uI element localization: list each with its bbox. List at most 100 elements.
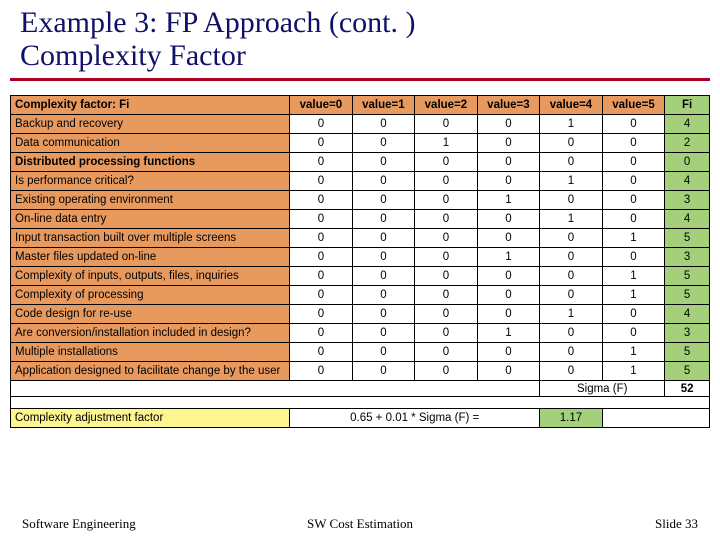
caf-row: Complexity adjustment factor 0.65 + 0.01… [11,409,710,428]
value-cell: 0 [352,172,415,191]
value-cell: 0 [602,210,665,229]
value-cell: 0 [415,286,478,305]
value-cell: 0 [415,248,478,267]
value-cell: 0 [415,343,478,362]
footer-center: SW Cost Estimation [247,516,472,532]
value-cell: 0 [540,134,603,153]
value-cell: 0 [290,134,353,153]
spacer-row [11,397,710,409]
value-cell: 0 [602,191,665,210]
fi-cell: 4 [665,115,710,134]
value-cell: 0 [290,191,353,210]
header-val2: value=2 [415,96,478,115]
fi-cell: 5 [665,286,710,305]
value-cell: 0 [477,115,540,134]
value-cell: 0 [477,343,540,362]
fi-cell: 4 [665,210,710,229]
value-cell: 0 [415,191,478,210]
row-label: Application designed to facilitate chang… [11,362,290,381]
table-row: Master files updated on-line0001003 [11,248,710,267]
row-label: Distributed processing functions [11,153,290,172]
value-cell: 0 [352,324,415,343]
fi-cell: 2 [665,134,710,153]
complexity-table-wrap: Complexity factor: Fi value=0 value=1 va… [10,95,710,428]
fi-cell: 5 [665,343,710,362]
value-cell: 0 [290,324,353,343]
value-cell: 1 [477,324,540,343]
row-label: Master files updated on-line [11,248,290,267]
value-cell: 0 [415,210,478,229]
value-cell: 0 [415,172,478,191]
footer-left: Software Engineering [22,516,247,532]
value-cell: 0 [352,210,415,229]
slide-footer: Software Engineering SW Cost Estimation … [0,516,720,532]
fi-cell: 3 [665,191,710,210]
table-row: Existing operating environment0001003 [11,191,710,210]
fi-cell: 4 [665,305,710,324]
value-cell: 0 [540,229,603,248]
header-val4: value=4 [540,96,603,115]
value-cell: 1 [415,134,478,153]
row-label: Code design for re-use [11,305,290,324]
value-cell: 0 [477,229,540,248]
footer-right: Slide 33 [473,516,698,532]
table-row: Multiple installations0000015 [11,343,710,362]
table-row: Distributed processing functions0000000 [11,153,710,172]
row-label: Input transaction built over multiple sc… [11,229,290,248]
fi-cell: 4 [665,172,710,191]
value-cell: 1 [602,267,665,286]
value-cell: 0 [602,248,665,267]
value-cell: 0 [290,153,353,172]
value-cell: 1 [602,362,665,381]
value-cell: 0 [477,210,540,229]
value-cell: 1 [540,210,603,229]
header-val1: value=1 [352,96,415,115]
value-cell: 1 [540,305,603,324]
value-cell: 0 [540,343,603,362]
header-val3: value=3 [477,96,540,115]
value-cell: 1 [477,248,540,267]
fi-cell: 5 [665,267,710,286]
sigma-label: Sigma (F) [540,381,665,397]
header-label: Complexity factor: Fi [11,96,290,115]
value-cell: 1 [477,191,540,210]
value-cell: 0 [290,172,353,191]
value-cell: 0 [290,267,353,286]
value-cell: 0 [415,115,478,134]
header-val0: value=0 [290,96,353,115]
value-cell: 0 [290,362,353,381]
value-cell: 0 [290,286,353,305]
value-cell: 0 [352,267,415,286]
value-cell: 0 [352,115,415,134]
value-cell: 0 [290,305,353,324]
fi-cell: 5 [665,362,710,381]
row-label: Existing operating environment [11,191,290,210]
title-line-2: Complexity Factor [20,39,700,72]
value-cell: 0 [477,153,540,172]
value-cell: 1 [540,115,603,134]
value-cell: 1 [602,286,665,305]
blank-row: Sigma (F)52 [11,381,710,397]
row-label: Is performance critical? [11,172,290,191]
row-label: On-line data entry [11,210,290,229]
caf-label: Complexity adjustment factor [11,409,290,428]
value-cell: 0 [415,324,478,343]
value-cell: 0 [415,153,478,172]
value-cell: 0 [540,362,603,381]
value-cell: 0 [352,343,415,362]
value-cell: 0 [540,286,603,305]
value-cell: 0 [602,305,665,324]
value-cell: 0 [290,343,353,362]
value-cell: 0 [290,210,353,229]
fi-cell: 3 [665,324,710,343]
value-cell: 1 [602,343,665,362]
table-row: Is performance critical?0000104 [11,172,710,191]
value-cell: 1 [602,229,665,248]
caf-value: 1.17 [540,409,603,428]
fi-cell: 5 [665,229,710,248]
value-cell: 0 [540,153,603,172]
value-cell: 0 [352,134,415,153]
value-cell: 0 [477,267,540,286]
value-cell: 0 [352,305,415,324]
table-row: Backup and recovery0000104 [11,115,710,134]
